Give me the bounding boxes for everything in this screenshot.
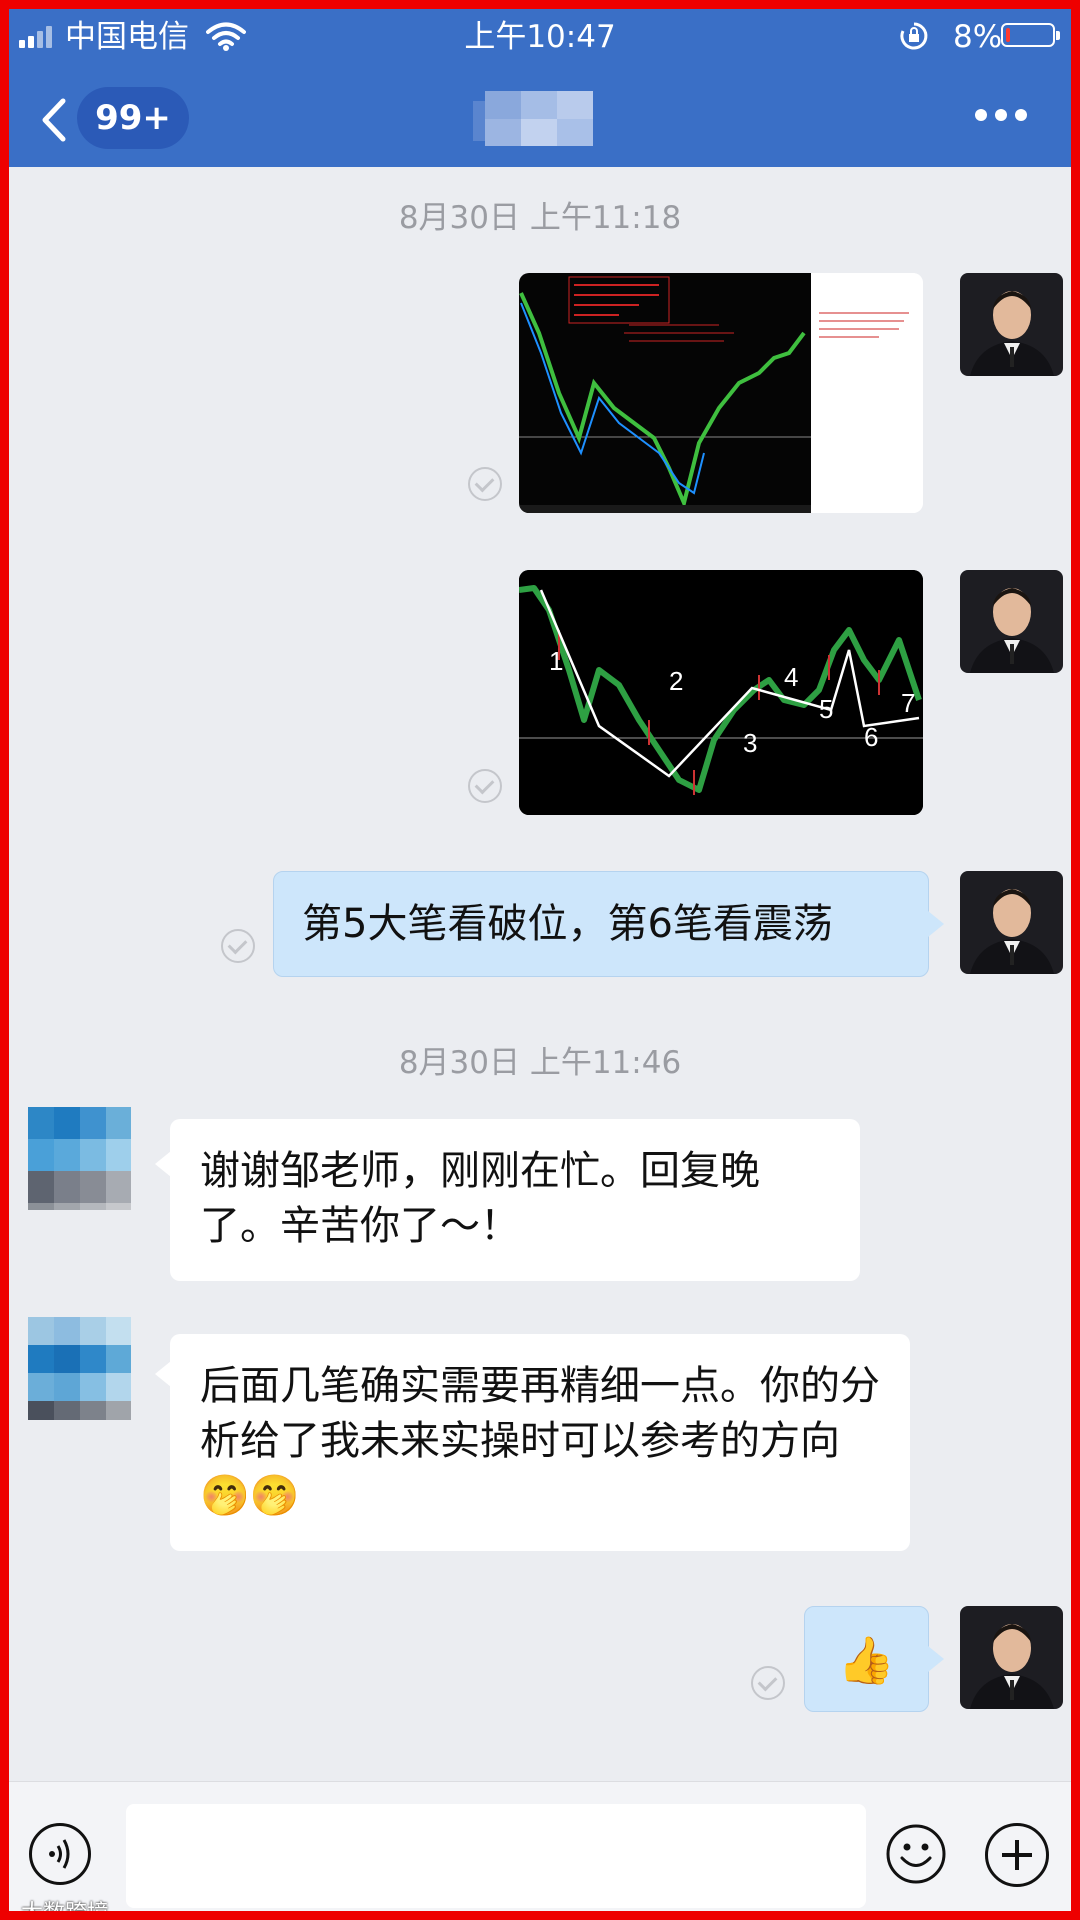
bubble-tail [155,1151,171,1177]
contact-avatar-pixelated[interactable] [28,1317,131,1420]
battery-level [1006,28,1010,42]
read-check-icon [221,929,255,963]
chat-header: 中国电信 上午10:47 8% 99+ [9,9,1071,167]
contact-avatar-pixelated[interactable] [28,1107,131,1210]
chart-label: 5 [819,694,833,724]
my-avatar[interactable] [960,570,1063,673]
my-avatar[interactable] [960,273,1063,376]
kline-chart-image: 1 2 3 4 5 6 7 [519,570,923,815]
image-message[interactable]: 1 2 3 4 5 6 7 [519,570,923,815]
more-button[interactable] [975,109,1031,123]
my-avatar[interactable] [960,1606,1063,1709]
battery-icon [1001,23,1060,47]
chart-label: 2 [669,666,683,696]
kline-chart-image [519,273,923,513]
bubble-tail [155,1361,171,1387]
read-check-icon [751,1666,785,1700]
input-bar [9,1781,1071,1911]
outgoing-text-message[interactable]: 第5大笔看破位，第6笔看震荡 [273,871,929,977]
chart-label: 7 [901,688,915,718]
voice-button[interactable] [29,1823,91,1885]
screen-frame: 中国电信 上午10:47 8% 99+ 8月30日 上午11:18 1 2 3 … [0,0,1080,1920]
battery-percent: 8% [953,19,1003,55]
incoming-text-message[interactable]: 谢谢邹老师，刚刚在忙。回复晚了。辛苦你了～！ [170,1119,860,1281]
message-input[interactable] [126,1804,866,1908]
rotation-lock-icon [900,22,928,50]
read-check-icon [468,467,502,501]
emoji-button[interactable] [885,1823,947,1885]
chart-label: 6 [864,722,878,752]
voice-icon [49,1839,70,1869]
unread-badge[interactable]: 99+ [77,87,189,149]
bubble-tail [928,911,944,937]
timestamp: 8月30日 上午11:18 [398,200,682,236]
timestamp: 8月30日 上午11:46 [398,1045,682,1081]
chart-label: 1 [549,646,563,676]
chart-label: 3 [743,728,757,758]
bubble-tail [928,1646,944,1672]
image-message[interactable] [519,273,923,513]
plus-button[interactable] [985,1823,1049,1887]
outgoing-emoji-message[interactable]: 👍 [804,1606,929,1712]
incoming-text-message[interactable]: 后面几笔确实需要再精细一点。你的分析给了我未来实操时可以参考的方向🤭🤭 [170,1334,910,1551]
read-check-icon [468,769,502,803]
chart-label: 4 [784,662,798,692]
my-avatar[interactable] [960,871,1063,974]
contact-name-pixelated [473,91,593,146]
watermark: 大数跨境 [21,1901,110,1920]
back-button[interactable] [35,95,75,145]
